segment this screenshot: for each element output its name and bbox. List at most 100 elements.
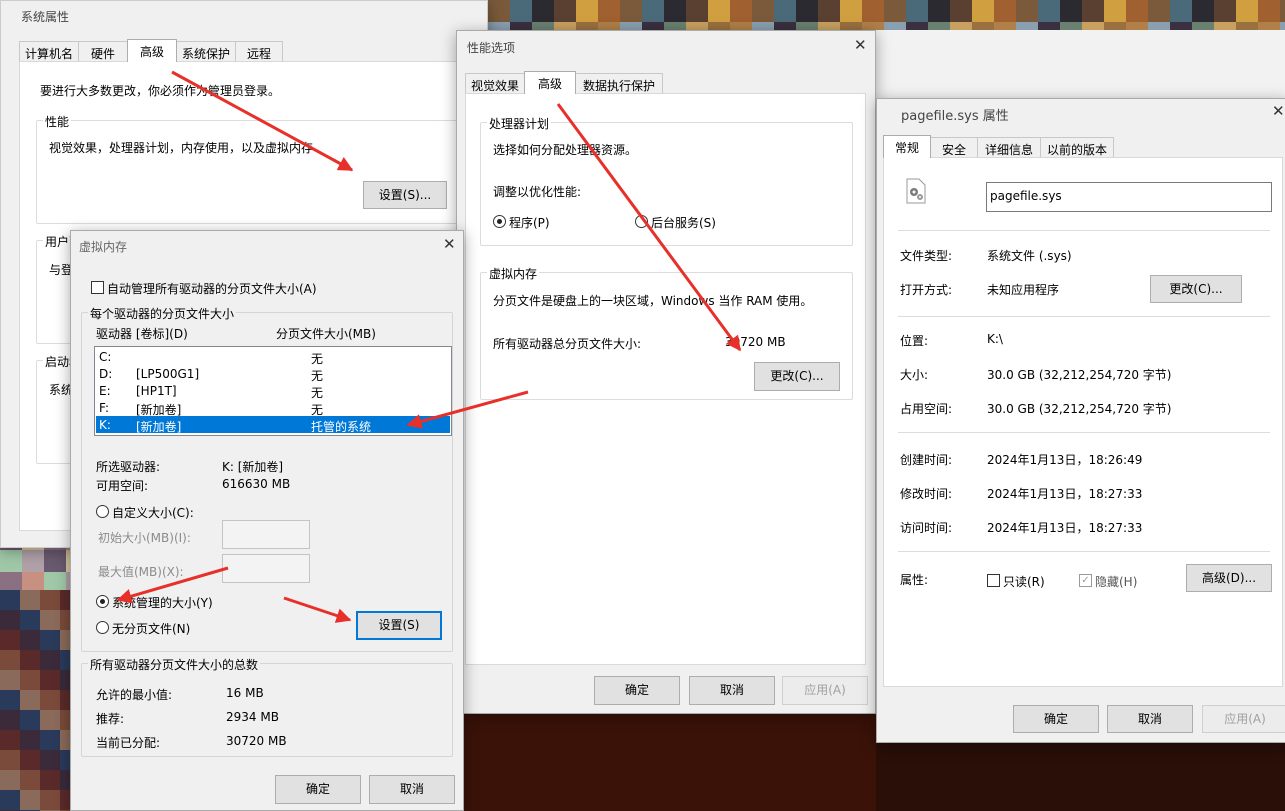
no-paging-radio[interactable] xyxy=(96,621,109,634)
wallpaper-tile xyxy=(20,770,40,790)
apply-button[interactable]: 应用(A) xyxy=(782,676,868,705)
initial-size-input[interactable] xyxy=(222,520,310,549)
drive-row-c[interactable]: C: 无 xyxy=(96,348,450,366)
recommended-label: 推荐: xyxy=(96,712,125,726)
max-size-label: 最大值(MB)(X): xyxy=(98,565,184,579)
drive-row-f[interactable]: F: [新加卷] 无 xyxy=(96,399,450,417)
drive-paging-size: 托管的系统 xyxy=(311,420,372,434)
drive-row-e[interactable]: E: [HP1T] 无 xyxy=(96,382,450,400)
wallpaper-tile xyxy=(0,750,20,770)
wallpaper-tile xyxy=(20,790,40,810)
tab-details[interactable]: 详细信息 xyxy=(977,137,1041,157)
wallpaper-tile xyxy=(862,0,884,22)
location-value: K:\ xyxy=(987,332,1003,346)
wallpaper-tile xyxy=(774,0,796,22)
disk-size-label: 占用空间: xyxy=(900,402,953,416)
tab-previous-versions[interactable]: 以前的版本 xyxy=(1040,137,1114,157)
tab-advanced[interactable]: 高级 xyxy=(524,71,576,94)
tab-dep[interactable]: 数据执行保护 xyxy=(575,73,663,93)
disk-size-value: 30.0 GB (32,212,254,720 字节) xyxy=(987,402,1172,416)
wallpaper-tile xyxy=(1280,0,1285,22)
tab-advanced[interactable]: 高级 xyxy=(127,39,177,62)
wallpaper-tile xyxy=(928,0,950,22)
pagefile-properties-window: pagefile.sys 属性 常规 安全 详细信息 以前的版本 pagefil… xyxy=(876,98,1285,743)
drive-list[interactable]: C: 无 D: [LP500G1] 无 E: [HP1T] 无 F: [新加卷]… xyxy=(94,346,452,436)
set-button[interactable]: 设置(S) xyxy=(356,611,442,640)
performance-desc: 视觉效果，处理器计划，内存使用，以及虚拟内存 xyxy=(49,141,314,155)
ok-button[interactable]: 确定 xyxy=(1013,705,1099,733)
drive-column-header: 驱动器 [卷标](D) xyxy=(96,327,188,341)
ok-button[interactable]: 确定 xyxy=(275,775,361,804)
vm-change-button[interactable]: 更改(C)... xyxy=(754,362,840,391)
wallpaper-tile xyxy=(40,690,60,710)
hidden-checkbox[interactable]: ✓ xyxy=(1079,574,1092,587)
group-label: 每个驱动器的分页文件大小 xyxy=(88,305,237,322)
divider xyxy=(898,316,1270,317)
scheduling-desc: 选择如何分配处理器资源。 xyxy=(493,143,638,157)
wallpaper-tile xyxy=(1258,0,1280,22)
close-icon[interactable]: ✕ xyxy=(443,237,456,252)
wallpaper-tile xyxy=(752,0,774,22)
background-services-radio[interactable] xyxy=(635,215,648,228)
advanced-attributes-button[interactable]: 高级(D)... xyxy=(1186,564,1272,592)
wallpaper-tile xyxy=(1214,0,1236,22)
group-label: 所有驱动器分页文件大小的总数 xyxy=(88,656,261,673)
wallpaper-tile xyxy=(20,650,40,670)
virtual-memory-group: 虚拟内存 分页文件是硬盘上的一块区域，Windows 当作 RAM 使用。 所有… xyxy=(480,265,853,400)
wallpaper-tile xyxy=(510,0,532,22)
wallpaper-tile xyxy=(40,750,60,770)
wallpaper-tile xyxy=(0,550,22,572)
auto-manage-checkbox[interactable] xyxy=(91,281,104,294)
apply-button[interactable]: 应用(A) xyxy=(1202,705,1285,733)
wallpaper-tile xyxy=(0,630,20,650)
wallpaper-tile xyxy=(1060,0,1082,22)
readonly-checkbox[interactable] xyxy=(987,574,1000,587)
tab-security[interactable]: 安全 xyxy=(930,137,978,157)
wallpaper-tile xyxy=(620,0,642,22)
open-with-value: 未知应用程序 xyxy=(987,283,1060,297)
wallpaper-tile xyxy=(818,0,840,22)
cancel-button[interactable]: 取消 xyxy=(369,775,455,804)
virtual-memory-window: 虚拟内存 ✕ 自动管理所有驱动器的分页文件大小(A) 每个驱动器的分页文件大小 … xyxy=(70,230,464,811)
drive-row-k[interactable]: K: [新加卷] 托管的系统 xyxy=(96,416,450,434)
tab-general[interactable]: 常规 xyxy=(883,135,931,158)
ok-button[interactable]: 确定 xyxy=(594,676,680,705)
close-icon[interactable]: ✕ xyxy=(1272,104,1285,119)
wallpaper-tile xyxy=(0,710,20,730)
drive-label: [LP500G1] xyxy=(136,367,200,381)
max-size-input[interactable] xyxy=(222,554,310,583)
current-allocated-label: 当前已分配: xyxy=(96,736,161,750)
accessed-label: 访问时间: xyxy=(900,521,953,535)
divider xyxy=(898,551,1270,552)
change-open-with-button[interactable]: 更改(C)... xyxy=(1150,275,1242,303)
tab-system-protection[interactable]: 系统保护 xyxy=(176,41,236,61)
tab-page: pagefile.sys 文件类型: 系统文件 (.sys) 打开方式: 未知应… xyxy=(883,157,1283,687)
wallpaper-tile xyxy=(664,0,686,22)
modified-value: 2024年1月13日，18:27:33 xyxy=(987,487,1143,501)
custom-size-radio[interactable] xyxy=(96,505,109,518)
drive-row-d[interactable]: D: [LP500G1] 无 xyxy=(96,365,450,383)
programs-radio[interactable] xyxy=(493,215,506,228)
system-managed-radio[interactable] xyxy=(96,595,109,608)
performance-settings-button[interactable]: 设置(S)... xyxy=(363,181,447,209)
tab-remote[interactable]: 远程 xyxy=(235,41,283,61)
cancel-button[interactable]: 取消 xyxy=(689,676,775,705)
wallpaper-tile xyxy=(20,590,40,610)
wallpaper-tile xyxy=(20,610,40,630)
filename-field[interactable]: pagefile.sys xyxy=(986,182,1272,212)
window-title: 性能选项 xyxy=(467,41,516,55)
tab-visual-effects[interactable]: 视觉效果 xyxy=(465,73,525,93)
wallpaper-tile xyxy=(994,0,1016,22)
drive-letter: C: xyxy=(99,350,112,364)
no-paging-label: 无分页文件(N) xyxy=(112,622,191,636)
tab-hardware[interactable]: 硬件 xyxy=(78,41,128,61)
total-paging-value: 30720 MB xyxy=(725,335,786,349)
vm-desc: 分页文件是硬盘上的一块区域，Windows 当作 RAM 使用。 xyxy=(493,294,813,308)
tab-computer-name[interactable]: 计算机名 xyxy=(19,41,79,61)
drive-letter: K: xyxy=(99,418,111,432)
size-column-header: 分页文件大小(MB) xyxy=(276,327,376,341)
wallpaper-tile xyxy=(1082,0,1104,22)
cancel-button[interactable]: 取消 xyxy=(1107,705,1193,733)
performance-group: 性能 视觉效果，处理器计划，内存使用，以及虚拟内存 设置(S)... xyxy=(36,113,466,224)
close-icon[interactable]: ✕ xyxy=(854,38,867,53)
